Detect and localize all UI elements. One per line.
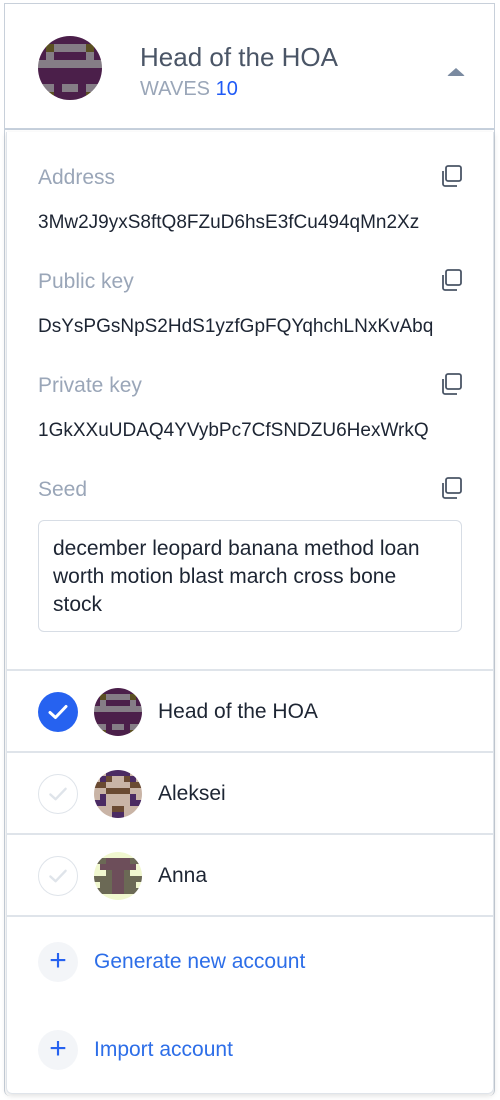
avatar [94, 688, 142, 736]
address-value[interactable]: 3Mw2J9yxS8ftQ8FZuD6hsE3fCu494qMn2Xz [38, 212, 458, 234]
plus-icon: + [38, 1030, 78, 1070]
address-label: Address [38, 166, 116, 189]
avatar [94, 770, 142, 818]
divider [6, 833, 494, 835]
currency: WAVES [140, 78, 211, 100]
seed-label: Seed [38, 478, 88, 501]
import-account-label[interactable]: Import account [94, 1038, 233, 1062]
plus-icon: + [38, 942, 78, 982]
divider [6, 669, 494, 671]
account-name: Anna [158, 864, 208, 887]
private-key-label: Private key [38, 374, 142, 397]
seed-textarea[interactable]: december leopard banana method loan wort… [38, 520, 462, 632]
avatar [94, 852, 142, 900]
private-key-value[interactable]: 1GkXXuUDAQ4YVybPc7CfSNDZU6HexWrkQ [38, 420, 458, 442]
account-name: Aleksei [158, 782, 226, 805]
copy-seed-icon[interactable] [440, 477, 462, 499]
unchecked-icon[interactable] [38, 774, 78, 814]
public-key-label: Public key [38, 270, 134, 293]
account-name: Head of the HOA [140, 42, 338, 72]
account-name: Head of the HOA [158, 700, 318, 723]
unchecked-icon[interactable] [38, 856, 78, 896]
caret-up-icon[interactable] [447, 68, 465, 76]
divider [6, 751, 494, 753]
divider [6, 915, 494, 917]
copy-private-key-icon[interactable] [440, 373, 462, 395]
copy-address-icon[interactable] [440, 165, 462, 187]
public-key-value[interactable]: DsYsPGsNpS2HdS1yzfGpFQYqhchLNxKvAbq [38, 316, 458, 338]
copy-public-key-icon[interactable] [440, 269, 462, 291]
balance-value: 10 [215, 78, 238, 100]
balance: WAVES 10 [140, 78, 238, 101]
generate-account-label[interactable]: Generate new account [94, 950, 305, 974]
account-header[interactable]: Head of the HOA WAVES 10 [5, 4, 494, 130]
checked-icon[interactable] [38, 692, 78, 732]
avatar [38, 36, 102, 100]
